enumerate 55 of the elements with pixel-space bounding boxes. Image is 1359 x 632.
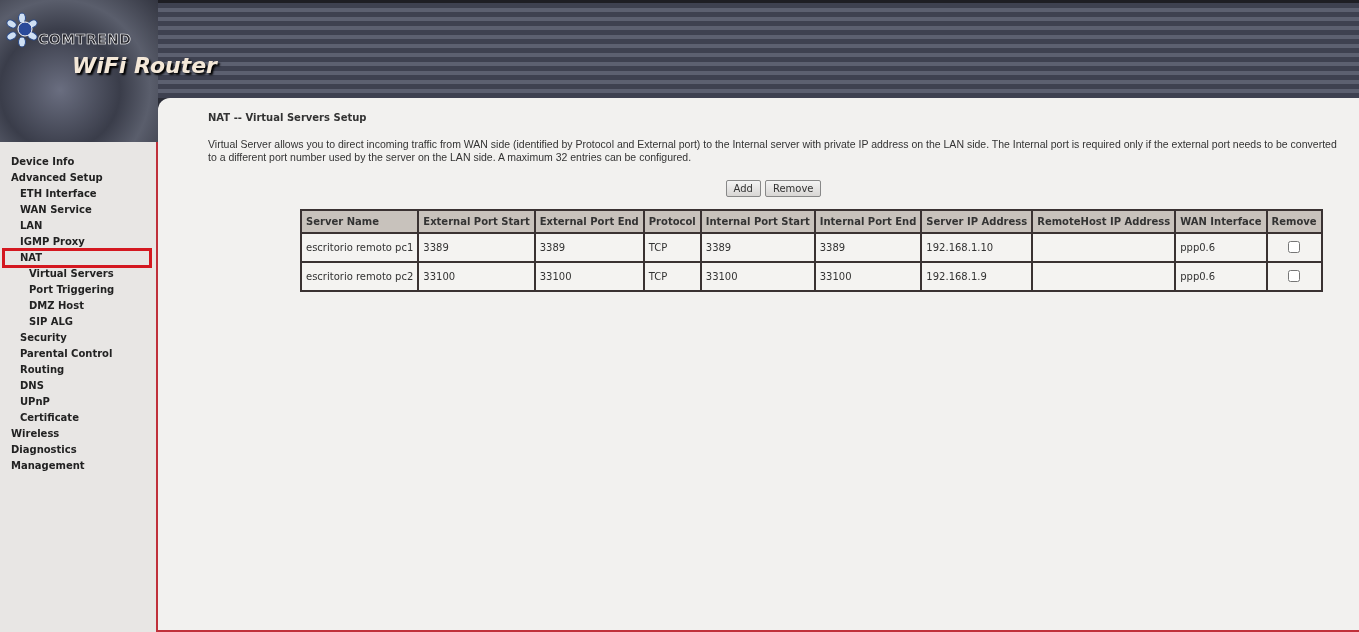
table-cell: 33100 [418,262,535,291]
column-header: Remove [1266,210,1322,233]
menu-item[interactable]: DMZ Host [4,298,150,314]
table-cell: TCP [643,233,701,262]
description-text: Virtual Server allows you to direct incoming traffic from WAN side (identified by Protocol and External port) to the Internal server with private IP address on the LAN side. The Internal port is required only if the external port needs to be converted to a different port number used by the server on the LAN side. A maximum 32 entries can be configured. [208,138,1338,164]
column-header: Internal Port Start [700,210,815,233]
table-cell: 33100 [534,262,644,291]
menu-item[interactable]: ETH Interface [4,186,150,202]
column-header: RemoteHost IP Address [1032,210,1176,233]
menu-item[interactable]: WAN Service [4,202,150,218]
column-header: WAN Interface [1175,210,1267,233]
column-header: Internal Port End [814,210,922,233]
column-header: Protocol [643,210,701,233]
table-cell: 33100 [814,262,922,291]
menu-item[interactable]: Device Info [4,154,150,170]
remove-checkbox[interactable] [1288,240,1301,253]
table-cell: 3389 [700,233,815,262]
menu-item[interactable]: Routing [4,362,150,378]
menu-item[interactable]: DNS [4,378,150,394]
menu-item[interactable]: Security [4,330,150,346]
table-cell: TCP [643,262,701,291]
table-cell: ppp0.6 [1175,233,1267,262]
table-cell: 3389 [534,233,644,262]
column-header: External Port Start [418,210,535,233]
table-cell: escritorio remoto pc1 [301,233,419,262]
flower-logo-icon [5,12,39,48]
menu-item[interactable]: LAN [4,218,150,234]
table-cell: 33100 [700,262,815,291]
table-cell: 192.168.1.9 [921,262,1033,291]
column-header: Server Name [301,210,419,233]
table-cell: 3389 [814,233,922,262]
remove-checkbox[interactable] [1288,269,1301,282]
menu-item[interactable]: Port Triggering [4,282,150,298]
menu-item[interactable]: NAT [4,250,150,266]
add-button[interactable]: Add [725,180,761,197]
menu-item[interactable]: Parental Control [4,346,150,362]
table-cell: 192.168.1.10 [921,233,1033,262]
menu-item[interactable]: Advanced Setup [4,170,150,186]
page-title: NAT -- Virtual Servers Setup [208,112,368,123]
brand-logo: COMTREND [38,31,132,47]
menu-item[interactable]: IGMP Proxy [4,234,150,250]
menu-item[interactable]: Certificate [4,410,150,426]
product-title: WiFi Router [72,53,217,78]
table-cell: 3389 [418,233,535,262]
table-cell: escritorio remoto pc2 [301,262,419,291]
menu-item[interactable]: Virtual Servers [4,266,150,282]
menu-item[interactable]: Management [4,458,150,474]
menu-item[interactable]: SIP ALG [4,314,150,330]
column-header: External Port End [534,210,644,233]
menu-item[interactable]: Diagnostics [4,442,150,458]
table-cell: ppp0.6 [1175,262,1267,291]
column-header: Server IP Address [921,210,1033,233]
menu-item[interactable]: Wireless [4,426,150,442]
remove-button[interactable]: Remove [764,180,822,197]
menu-item[interactable]: UPnP [4,394,150,410]
